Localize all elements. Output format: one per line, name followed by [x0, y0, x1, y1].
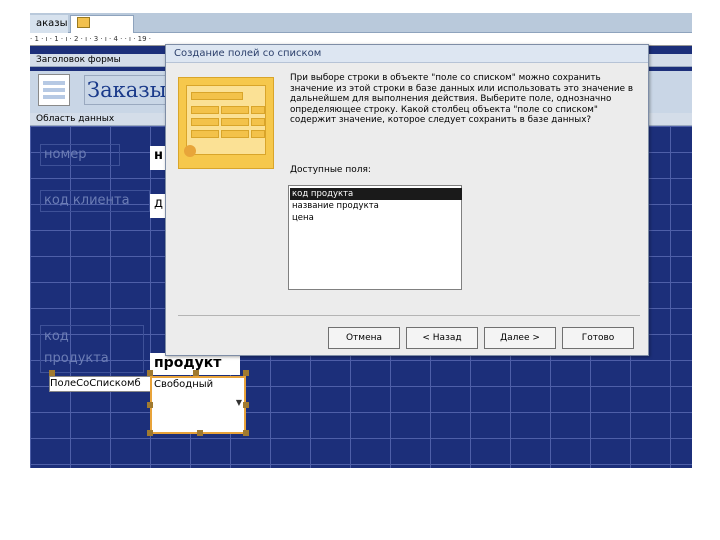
wizard-description: При выборе строки в объекте "поле со спи…: [290, 73, 634, 125]
wizard-pointer-icon: [184, 145, 196, 157]
resize-handle-icon[interactable]: [193, 370, 199, 376]
combo-box-control[interactable]: Свободный ▼: [150, 376, 246, 434]
list-item-product-code[interactable]: код продукта: [290, 188, 462, 200]
resize-handle-icon[interactable]: [147, 430, 153, 436]
form-tab-icon: [77, 17, 90, 28]
tab-orders[interactable]: Заказы: [70, 15, 134, 48]
resize-handle-icon[interactable]: [147, 402, 153, 408]
resize-handle-icon[interactable]: [243, 402, 249, 408]
cancel-button[interactable]: Отмена: [328, 327, 400, 349]
product-label-line2: продукта: [44, 351, 109, 366]
combo-box-label[interactable]: ПолеСоСпискомб: [49, 376, 153, 392]
available-fields-list[interactable]: код продукта название продукта цена: [288, 185, 462, 290]
list-item-product-name[interactable]: название продукта: [290, 200, 462, 212]
detail-section-label: Область данных: [36, 114, 115, 124]
next-button[interactable]: Далее >: [484, 327, 556, 349]
form-header-section-label: Заголовок формы: [36, 55, 121, 65]
combo-dropdown-arrow-icon[interactable]: ▼: [236, 396, 242, 410]
dialog-title: Создание полей со списком: [166, 45, 648, 63]
wizard-table-card-icon: [186, 85, 266, 155]
available-fields-label: Доступные поля:: [290, 165, 371, 175]
product-label[interactable]: код продукта: [40, 325, 144, 373]
resize-handle-icon[interactable]: [49, 370, 55, 376]
resize-handle-icon[interactable]: [243, 370, 249, 376]
combo-box-wizard-dialog: Создание полей со списком При выборе стр…: [165, 44, 649, 356]
back-button[interactable]: < Назад: [406, 327, 478, 349]
resize-handle-icon[interactable]: [197, 430, 203, 436]
client-label[interactable]: код клиента: [40, 190, 150, 212]
nomer-label[interactable]: номер: [40, 144, 120, 166]
tab-orders-previous[interactable]: аказы: [30, 15, 68, 33]
document-tab-bar: аказы Заказы: [30, 13, 692, 48]
combo-box-value: Свободный: [154, 379, 214, 390]
resize-handle-icon[interactable]: [243, 430, 249, 436]
form-logo-icon[interactable]: [38, 74, 70, 106]
list-item-price[interactable]: цена: [290, 212, 462, 224]
finish-button[interactable]: Готово: [562, 327, 634, 349]
resize-handle-icon[interactable]: [147, 370, 153, 376]
dialog-separator: [178, 315, 640, 316]
form-title-label[interactable]: Заказы: [84, 75, 169, 105]
product-label-line1: код: [44, 329, 69, 344]
